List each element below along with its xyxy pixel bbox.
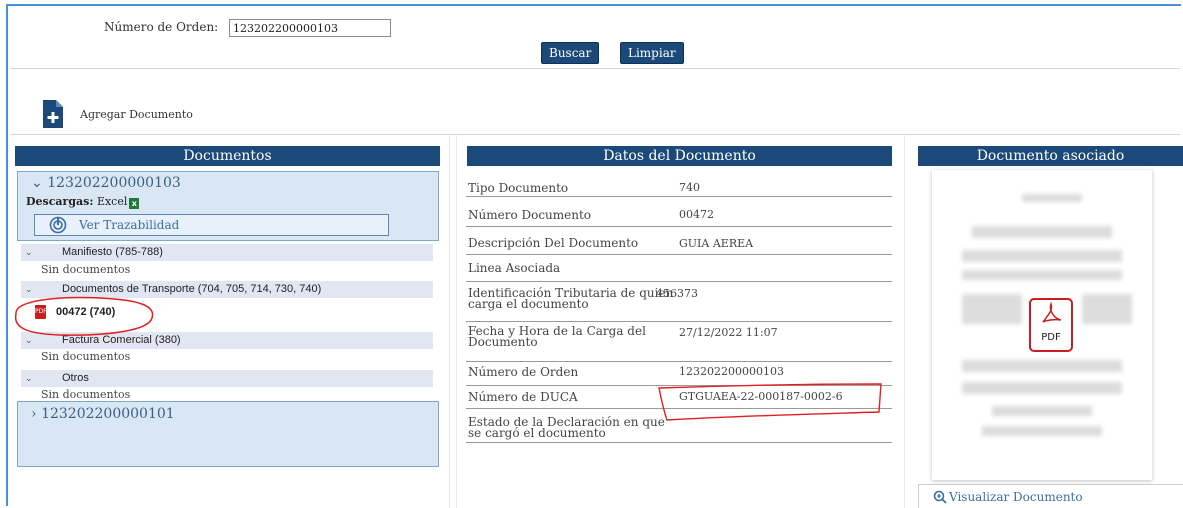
detail-label: Número Documento (468, 208, 592, 222)
detail-row: Número de Orden 123202200000103 (466, 362, 892, 386)
blurred-content (962, 294, 1022, 324)
documento-asociado-header: Documento asociado (918, 146, 1183, 166)
category-factura-comercial[interactable]: ⌄ Factura Comercial (380) (21, 332, 433, 349)
ver-trazabilidad-button[interactable]: Ver Trazabilidad (34, 214, 389, 236)
detail-label: Descripción Del Documento (468, 236, 639, 250)
detail-label: Estado de la Declaración en que se cargó… (468, 415, 665, 440)
documentos-header: Documentos (15, 146, 440, 166)
detail-value: GTGUAEA-22-000187-0002-6 (679, 390, 843, 403)
excel-icon: x (129, 198, 140, 209)
category-documentos-transporte[interactable]: ⌄ Documentos de Transporte (704, 705, 71… (21, 281, 433, 298)
detail-row: Linea Asociada (466, 255, 892, 282)
descargas-row: Descargas: Excel x (26, 195, 140, 209)
pdf-file-icon: PDF (1029, 298, 1073, 352)
descargas-label: Descargas: (26, 195, 94, 208)
detail-row: Número de DUCA GTGUAEA-22-000187-0002-6 (466, 386, 892, 409)
category-otros[interactable]: ⌄ Otros (21, 370, 433, 387)
zoom-icon (933, 490, 947, 504)
file-type-label: PDF (1041, 332, 1061, 343)
order-number: 123202200000103 (47, 175, 181, 191)
blurred-content (962, 382, 1122, 394)
divider (10, 68, 1180, 69)
column-divider (456, 134, 457, 508)
detail-label: Linea Asociada (468, 261, 561, 275)
add-file-icon (43, 100, 63, 128)
category-label: Documentos de Transporte (704, 705, 714,… (62, 283, 322, 295)
document-item-label: 00472 (740) (56, 306, 116, 318)
column-divider (449, 134, 450, 508)
divider (10, 134, 1180, 135)
blurred-content (1082, 294, 1132, 324)
detail-value: 740 (679, 181, 700, 194)
add-document-button[interactable]: Agregar Documento (42, 99, 193, 129)
trazabilidad-icon (49, 216, 67, 234)
detail-label: Fecha y Hora de la Carga del Documento (468, 324, 646, 349)
ver-trazabilidad-label: Ver Trazabilidad (79, 218, 180, 232)
detail-row: Tipo Documento 740 (466, 176, 892, 197)
order-node-title[interactable]: › 123202200000101 (31, 406, 175, 422)
chevron-down-icon: ⌄ (25, 247, 33, 257)
order-number: 123202200000101 (41, 406, 175, 422)
category-manifiesto[interactable]: ⌄ Manifiesto (785-788) (21, 244, 433, 261)
detail-label: Número de Orden (468, 365, 579, 379)
acrobat-icon (1042, 301, 1062, 323)
add-document-label: Agregar Documento (80, 107, 193, 121)
blurred-content (982, 426, 1102, 436)
buscar-button[interactable]: Buscar (541, 42, 600, 64)
visualizar-documento-link[interactable]: Visualizar Documento (918, 484, 1183, 508)
detail-value: 00472 (679, 208, 714, 221)
empty-state-text: Sin documentos (41, 388, 131, 401)
blurred-content (962, 250, 1122, 262)
pdf-icon: PDF (35, 305, 47, 319)
detail-value: 123202200000103 (679, 365, 784, 378)
document-item[interactable]: PDF 00472 (740) (35, 305, 115, 319)
detail-row: Fecha y Hora de la Carga del Documento 2… (466, 322, 892, 362)
detail-row: Descripción Del Documento GUIA AEREA (466, 227, 892, 255)
chevron-down-icon: ⌄ (25, 335, 33, 345)
chevron-down-icon: ⌄ (25, 373, 33, 383)
blurred-content (962, 270, 1122, 280)
detail-row: Identificación Tributaria de quien carga… (466, 282, 892, 322)
order-number-label: Número de Orden: (104, 20, 219, 34)
chevron-down-icon: ⌄ (25, 284, 33, 294)
blurred-content (992, 406, 1092, 416)
order-node: ⌄ 123202200000103 Descargas: Excel x Ver … (17, 171, 439, 241)
detail-label: Identificación Tributaria de quien carga… (468, 286, 674, 311)
visualizar-documento-label: Visualizar Documento (949, 489, 1083, 504)
order-number-input[interactable] (229, 19, 391, 37)
detail-row: Estado de la Declaración en que se cargó… (466, 409, 892, 443)
empty-state-text: Sin documentos (41, 263, 131, 276)
detail-label: Número de DUCA (468, 390, 578, 404)
limpiar-button[interactable]: Limpiar (620, 42, 684, 64)
blurred-content (972, 226, 1112, 238)
empty-state-text: Sin documentos (41, 350, 131, 363)
category-label: Manifiesto (785-788) (62, 246, 163, 258)
excel-link[interactable]: Excel x (96, 195, 140, 209)
detail-value: 456373 (656, 287, 698, 300)
category-label: Otros (62, 372, 89, 384)
order-node-title[interactable]: ⌄ 123202200000103 (31, 175, 181, 191)
document-preview[interactable]: PDF (932, 170, 1152, 480)
datos-documento-header: Datos del Documento (467, 146, 892, 166)
detail-value: GUIA AEREA (679, 237, 754, 250)
order-node[interactable]: › 123202200000101 (17, 401, 439, 467)
excel-label: Excel (96, 195, 128, 208)
blurred-content (962, 360, 1122, 372)
category-label: Factura Comercial (380) (62, 334, 181, 346)
blurred-content (1022, 194, 1082, 202)
detail-value: 27/12/2022 11:07 (679, 326, 778, 339)
column-divider (904, 134, 905, 508)
detail-label: Tipo Documento (468, 181, 569, 195)
detail-row: Número Documento 00472 (466, 197, 892, 227)
